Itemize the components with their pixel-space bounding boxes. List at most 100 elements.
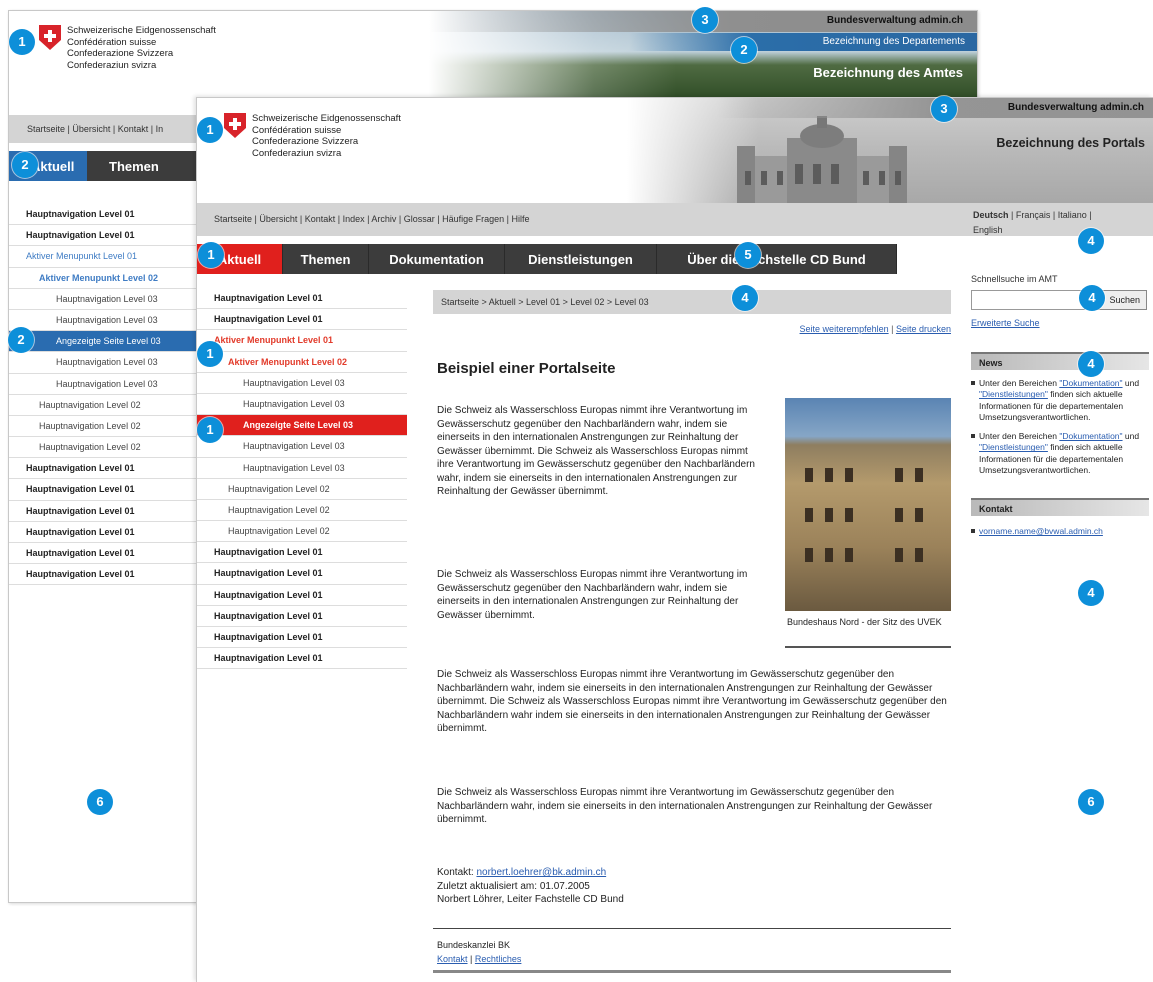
nav-item[interactable]: Hauptnavigation Level 02 bbox=[9, 395, 199, 416]
tab-dienstleistungen[interactable]: Dienstleistungen bbox=[505, 244, 657, 274]
nav-item[interactable]: Hauptnavigation Level 01 bbox=[197, 288, 407, 310]
confederation-logo[interactable]: Schweizerische Eidgenossenschaft Confédé… bbox=[224, 113, 401, 159]
nav-item[interactable]: Hauptnavigation Level 03 bbox=[9, 352, 199, 374]
nav-item-current[interactable]: Angezeigte Seite Level 03 bbox=[197, 415, 407, 437]
nav-item[interactable]: Hauptnavigation Level 02 bbox=[197, 500, 407, 522]
recommend-page-link[interactable]: Seite weiterempfehlen bbox=[800, 324, 889, 334]
last-updated: Zuletzt aktualisiert am: 01.07.2005 bbox=[437, 880, 590, 892]
nav-item[interactable]: Hauptnavigation Level 03 bbox=[9, 374, 199, 395]
main-navigation: Hauptnavigation Level 01 Hauptnavigation … bbox=[197, 288, 407, 670]
search-label: Schnellsuche im AMT bbox=[971, 274, 1058, 284]
tab-themen[interactable]: Themen bbox=[87, 151, 191, 181]
nav-item[interactable]: Hauptnavigation Level 02 bbox=[197, 479, 407, 500]
nav-item[interactable]: Hauptnavigation Level 02 bbox=[9, 437, 199, 459]
top-bar-label[interactable]: Bundesverwaltung admin.ch bbox=[1008, 102, 1144, 113]
annotation-marker: 2 bbox=[731, 37, 757, 63]
news-item: Unter den Bereichen "Dokumentation" und … bbox=[971, 431, 1149, 476]
annotation-marker: 1 bbox=[197, 117, 223, 143]
annotation-marker: 1 bbox=[198, 242, 224, 268]
main-navigation: Hauptnavigation Level 01 Hauptnavigation … bbox=[9, 204, 199, 586]
nav-item[interactable]: Hauptnavigation Level 01 bbox=[9, 479, 199, 501]
nav-item[interactable]: Aktiver Menupunkt Level 01 bbox=[9, 246, 199, 268]
annotation-marker: 3 bbox=[931, 96, 957, 122]
tab-dokumentation[interactable]: Dokumentation bbox=[369, 244, 505, 274]
annotation-marker: 1 bbox=[197, 341, 223, 367]
paragraph-4: Die Schweiz als Wasserschloss Europas ni… bbox=[437, 787, 933, 825]
news-item: Unter den Bereichen "Dokumentation" und … bbox=[971, 378, 1149, 423]
nav-item[interactable]: Hauptnavigation Level 01 bbox=[197, 648, 407, 670]
news-link-dienstleistungen[interactable]: "Dienstleistungen" bbox=[979, 442, 1048, 452]
front-page-screenshot: Bundesverwaltung admin.ch Bezeichnung de… bbox=[196, 97, 1153, 982]
portal-title: Bezeichnung des Portals bbox=[996, 136, 1145, 150]
annotation-marker: 2 bbox=[12, 152, 38, 178]
tab-fachstelle[interactable]: Über die Fachstelle CD Bund bbox=[657, 244, 897, 274]
breadcrumb[interactable]: Startseite > Aktuell > Level 01 > Level … bbox=[433, 290, 951, 314]
nav-item[interactable]: Aktiver Menupunkt Level 02 bbox=[9, 268, 199, 289]
nav-item[interactable]: Hauptnavigation Level 01 bbox=[9, 204, 199, 226]
contact-email-link[interactable]: norbert.loehrer@bk.admin.ch bbox=[476, 867, 606, 878]
nav-item[interactable]: Hauptnavigation Level 02 bbox=[9, 416, 199, 438]
photo-caption: Bundeshaus Nord - der Sitz des UVEK bbox=[787, 617, 942, 627]
nav-item[interactable]: Hauptnavigation Level 03 bbox=[197, 436, 407, 458]
news-link-dokumentation[interactable]: "Dokumentation" bbox=[1059, 378, 1122, 388]
service-links[interactable]: Startseite | Übersicht | Kontakt | Index… bbox=[214, 214, 530, 224]
conf-line-it: Confederazione Svizzera bbox=[67, 48, 174, 59]
top-bar-label[interactable]: Bundesverwaltung admin.ch bbox=[827, 15, 963, 26]
conf-line-rm: Confederaziun svizra bbox=[252, 147, 342, 159]
footer-bottom-rule bbox=[433, 970, 951, 973]
footer-contact-link[interactable]: Kontakt bbox=[437, 954, 468, 964]
annotation-marker: 3 bbox=[692, 7, 718, 33]
nav-item[interactable]: Hauptnavigation Level 01 bbox=[197, 627, 407, 649]
conf-line-fr: Confédération suisse bbox=[252, 124, 342, 136]
conf-line-rm: Confederaziun svizra bbox=[67, 59, 157, 71]
nav-item[interactable]: Hauptnavigation Level 03 bbox=[197, 458, 407, 479]
nav-item[interactable]: Hauptnavigation Level 01 bbox=[9, 501, 199, 522]
contact-person: Norbert Löhrer, Leiter Fachstelle CD Bun… bbox=[437, 894, 624, 905]
nav-item[interactable]: Hauptnavigation Level 01 bbox=[197, 606, 407, 627]
nav-item[interactable]: Hauptnavigation Level 01 bbox=[197, 585, 407, 606]
nav-item[interactable]: Aktiver Menupunkt Level 02 bbox=[197, 352, 407, 373]
search-input[interactable] bbox=[971, 290, 1085, 310]
footer-divider bbox=[433, 928, 951, 929]
annotation-marker: 4 bbox=[1079, 285, 1105, 311]
annotation-marker: 1 bbox=[197, 417, 223, 443]
news-link-dienstleistungen[interactable]: "Dienstleistungen" bbox=[979, 389, 1048, 399]
nav-item[interactable]: Hauptnavigation Level 01 bbox=[197, 542, 407, 564]
contact-info: Kontakt: norbert.loehrer@bk.admin.ch Zul… bbox=[437, 867, 624, 905]
service-links[interactable]: Startseite | Übersicht | Kontakt | In bbox=[27, 124, 163, 134]
bundeshaus-image bbox=[737, 116, 907, 203]
paragraph-1: Die Schweiz als Wasserschloss Europas ni… bbox=[437, 405, 755, 497]
nav-item[interactable]: Hauptnavigation Level 01 bbox=[9, 543, 199, 565]
nav-item[interactable]: Hauptnavigation Level 01 bbox=[9, 458, 199, 480]
caption-divider bbox=[785, 646, 951, 648]
annotation-marker: 6 bbox=[1078, 789, 1104, 815]
nav-item[interactable]: Hauptnavigation Level 01 bbox=[9, 225, 199, 247]
language-active[interactable]: Deutsch bbox=[973, 210, 1009, 220]
language-others[interactable]: | Français | Italiano | bbox=[1009, 210, 1092, 220]
news-link-dokumentation[interactable]: "Dokumentation" bbox=[1059, 431, 1122, 441]
print-page-link[interactable]: Seite drucken bbox=[896, 324, 951, 334]
nav-item[interactable]: Hauptnavigation Level 03 bbox=[197, 394, 407, 416]
nav-item[interactable]: Hauptnavigation Level 01 bbox=[197, 563, 407, 585]
footer: Bundeskanzlei BK Kontakt | Rechtliches bbox=[437, 940, 522, 964]
conf-line-de: Schweizerische Eidgenossenschaft bbox=[67, 25, 216, 36]
nav-item[interactable]: Hauptnavigation Level 01 bbox=[197, 309, 407, 331]
main-tabs: Aktuell Themen Dokumentation Dienstleist… bbox=[197, 244, 897, 274]
sidebar-contact-email[interactable]: vorname.name@bvwal.admin.ch bbox=[971, 526, 1149, 536]
nav-item-current[interactable]: Angezeigte Seite Level 03 bbox=[9, 331, 199, 353]
department-label[interactable]: Bezeichnung des Departements bbox=[823, 36, 965, 47]
advanced-search-link[interactable]: Erweiterte Suche bbox=[971, 318, 1149, 328]
tab-themen[interactable]: Themen bbox=[283, 244, 369, 274]
footer-legal-link[interactable]: Rechtliches bbox=[475, 954, 522, 964]
nav-item[interactable]: Aktiver Menupunkt Level 01 bbox=[197, 330, 407, 352]
footer-org: Bundeskanzlei BK bbox=[437, 940, 511, 950]
swiss-flag-icon bbox=[224, 113, 246, 138]
nav-item[interactable]: Hauptnavigation Level 01 bbox=[9, 564, 199, 586]
nav-item[interactable]: Hauptnavigation Level 03 bbox=[9, 289, 199, 310]
language-english[interactable]: English bbox=[973, 225, 1003, 235]
nav-item[interactable]: Hauptnavigation Level 02 bbox=[197, 521, 407, 543]
confederation-logo[interactable]: Schweizerische Eidgenossenschaft Confédé… bbox=[39, 25, 216, 71]
nav-item[interactable]: Hauptnavigation Level 01 bbox=[9, 522, 199, 543]
nav-item[interactable]: Hauptnavigation Level 03 bbox=[9, 310, 199, 332]
nav-item[interactable]: Hauptnavigation Level 03 bbox=[197, 373, 407, 394]
